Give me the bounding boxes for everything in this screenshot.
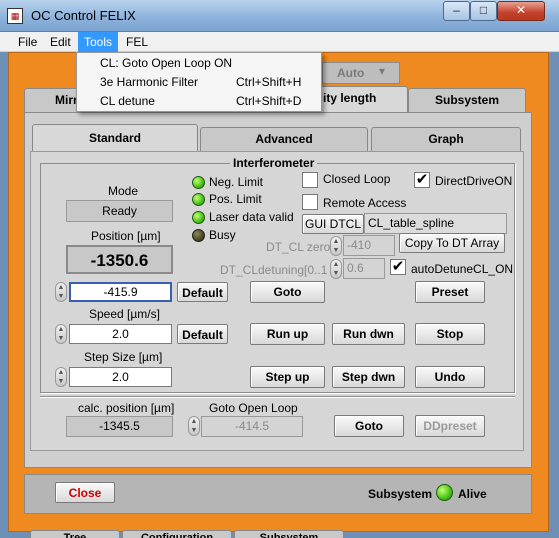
dt-cldetuning-spinner[interactable]: ▲ ▼ (330, 259, 342, 279)
maximize-button[interactable]: □ (470, 1, 497, 21)
busy-led (192, 229, 205, 242)
direct-drive-checkbox[interactable]: ✔ (414, 172, 430, 188)
step-size-label: Step Size [µm] (84, 350, 163, 364)
tab-graph[interactable]: Graph (371, 127, 521, 151)
menu-bar: File Edit Tools FEL (0, 32, 559, 52)
menu-file[interactable]: File (12, 32, 43, 52)
stop-button[interactable]: Stop (415, 323, 485, 345)
neg-limit-led (192, 176, 205, 189)
closed-loop-checkbox[interactable] (302, 172, 318, 188)
mode-indicator: Ready (66, 200, 173, 222)
tab-standard[interactable]: Standard (32, 124, 198, 152)
goto-open-loop-button[interactable]: Goto (334, 415, 404, 437)
pos-limit-led (192, 193, 205, 206)
subsystem-alive-led (436, 484, 453, 501)
target-position-input[interactable]: -415.9 (69, 282, 172, 302)
speed-input[interactable]: 2.0 (69, 324, 172, 344)
auto-detune-label: autoDetuneCL_ON (411, 262, 514, 276)
menu-item-harmonic-filter[interactable]: 3e Harmonic Filter Ctrl+Shift+H (77, 73, 321, 92)
alive-label: Alive (458, 487, 487, 501)
title-bar: ▦ OC Control FELIX – □ ✕ (0, 0, 559, 32)
tab-configuration[interactable]: Configuration (122, 530, 232, 538)
close-window-button[interactable]: ✕ (497, 1, 545, 21)
run-up-button[interactable]: Run up (250, 323, 325, 345)
step-dwn-button[interactable]: Step dwn (332, 366, 405, 388)
position-label: Position [µm] (91, 229, 161, 243)
default-speed-button[interactable]: Default (177, 324, 228, 344)
dt-cl-zero-label: DT_CL zero (266, 240, 331, 254)
goto-button[interactable]: Goto (250, 281, 325, 303)
step-up-button[interactable]: Step up (250, 366, 325, 388)
preset-button[interactable]: Preset (415, 281, 485, 303)
ddpreset-button[interactable]: DDpreset (415, 415, 485, 437)
dt-cldetuning-field[interactable]: 0.6 (343, 258, 385, 279)
menu-item-shortcut: Ctrl+Shift+D (236, 94, 302, 108)
remote-access-checkbox[interactable] (302, 194, 318, 210)
step-size-input[interactable]: 2.0 (69, 367, 172, 387)
menu-item-label: CL detune (100, 94, 155, 108)
open-loop-field[interactable]: -414.5 (201, 416, 303, 437)
goto-open-loop-label: Goto Open Loop (209, 401, 298, 415)
run-dwn-button[interactable]: Run dwn (332, 323, 405, 345)
chevron-down-icon: ▾ (379, 64, 386, 78)
minimize-button[interactable]: – (443, 1, 470, 21)
menu-item-goto-open-loop[interactable]: CL: Goto Open Loop ON (77, 54, 321, 73)
step-size-spinner[interactable]: ▲ ▼ (55, 367, 67, 387)
busy-label: Busy (209, 228, 236, 242)
target-spinner[interactable]: ▲ ▼ (55, 282, 67, 302)
speed-label: Speed [µm/s] (89, 307, 160, 321)
copy-to-dt-array-button[interactable]: Copy To DT Array (399, 233, 505, 253)
cl-table-indicator: CL_table_spline (364, 213, 507, 234)
menu-edit[interactable]: Edit (44, 32, 77, 52)
menu-item-label: CL: Goto Open Loop ON (100, 56, 233, 70)
menu-item-shortcut: Ctrl+Shift+H (236, 75, 302, 89)
tab-tree[interactable]: Tree (30, 530, 120, 538)
gui-dtcl-button[interactable]: GUI DTCL (302, 214, 364, 234)
dt-cl-zero-spinner[interactable]: ▲ ▼ (330, 236, 342, 256)
section-divider (40, 396, 515, 397)
calc-position-label: calc. position [µm] (78, 401, 175, 415)
default-position-button[interactable]: Default (177, 282, 228, 302)
app-icon: ▦ (7, 8, 23, 24)
laser-data-valid-led (192, 211, 205, 224)
auto-detune-checkbox[interactable]: ✔ (390, 259, 406, 275)
direct-drive-label: DirectDriveON (435, 174, 513, 188)
neg-limit-label: Neg. Limit (209, 175, 264, 189)
menu-item-label: 3e Harmonic Filter (100, 75, 199, 89)
subsystem-label: Subsystem (368, 487, 433, 501)
tab-advanced[interactable]: Advanced (200, 127, 368, 151)
undo-button[interactable]: Undo (415, 366, 485, 388)
tools-dropdown-menu: CL: Goto Open Loop ON 3e Harmonic Filter… (76, 52, 322, 112)
menu-fel[interactable]: FEL (120, 32, 154, 52)
speed-spinner[interactable]: ▲ ▼ (55, 324, 67, 344)
interferometer-title: Interferometer (230, 156, 318, 170)
auto-label: Auto (337, 66, 365, 80)
tab-subsystem-bottom[interactable]: Subsystem (234, 530, 344, 538)
tab-subsystem[interactable]: Subsystem (408, 88, 526, 112)
remote-access-label: Remote Access (323, 196, 407, 210)
laser-data-valid-label: Laser data valid (209, 210, 294, 224)
window-title: OC Control FELIX (31, 8, 136, 23)
mode-label: Mode (108, 184, 139, 198)
close-button[interactable]: Close (55, 482, 115, 503)
auto-selector[interactable]: Auto ▾ (322, 62, 400, 84)
dt-cldetuning-label: DT_CLdetuning[0..1 (220, 263, 328, 277)
open-loop-spinner[interactable]: ▲ ▼ (188, 416, 200, 436)
calc-position-indicator: -1345.5 (66, 416, 173, 437)
closed-loop-label: Closed Loop (323, 172, 391, 186)
position-indicator: -1350.6 (66, 245, 173, 274)
dt-cl-zero-field[interactable]: -410 (343, 235, 395, 256)
menu-tools[interactable]: Tools (78, 32, 119, 52)
pos-limit-label: Pos. Limit (209, 192, 262, 206)
menu-item-cl-detune[interactable]: CL detune Ctrl+Shift+D (77, 92, 321, 111)
